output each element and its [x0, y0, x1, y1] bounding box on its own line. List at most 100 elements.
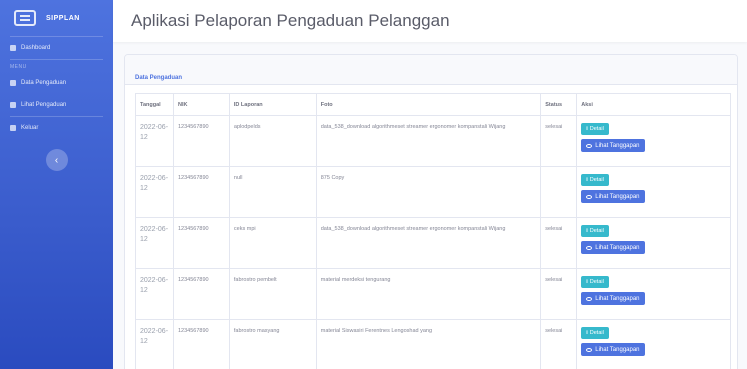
sidebar-item-label: Lihat Pengaduan	[21, 102, 67, 108]
pengaduan-table: Tanggal NIK ID Laporan Foto Status Aksi …	[135, 93, 731, 369]
table-row: 2022-06-12 1234567890 fabrostro masyang …	[135, 319, 731, 369]
detail-label: Detail	[589, 279, 604, 285]
brand-name: SIPPLAN	[46, 14, 80, 22]
cell-aksi: i Detail Lihat Tanggapan	[576, 319, 731, 369]
info-icon: i	[586, 330, 588, 336]
sidebar-item-label: Data Pengaduan	[21, 80, 67, 86]
table-row: 2022-06-12 1234567890 fabrostro pembelt …	[135, 268, 731, 320]
cell-status	[540, 166, 578, 218]
topbar: Aplikasi Pelaporan Pengaduan Pelanggan	[113, 0, 747, 42]
tanggapan-label: Lihat Tanggapan	[595, 193, 640, 200]
cell-isi: data_538_download algorithmeset streamer…	[315, 217, 542, 269]
dashboard-icon	[10, 45, 16, 51]
eye-icon	[586, 143, 593, 148]
brand-logo-icon	[14, 10, 36, 26]
tanggal-text: 2022-06-12	[140, 226, 169, 243]
cell-tanggal: 2022-06-12	[135, 115, 174, 167]
detail-label: Detail	[589, 330, 604, 336]
column-header: Aksi	[576, 93, 731, 116]
tanggapan-label: Lihat Tanggapan	[595, 295, 640, 302]
cell-tanggal: 2022-06-12	[135, 166, 174, 218]
sidebar-item-label: Keluar	[21, 125, 39, 131]
tanggal-text: 2022-06-12	[140, 277, 169, 294]
table-row: 2022-06-12 1234567890 null 875 Copy i Det…	[135, 166, 731, 218]
detail-button[interactable]: i Detail	[581, 225, 609, 237]
cell-nik: 1234567890	[172, 319, 230, 369]
cell-nik: 1234567890	[172, 115, 230, 167]
sidebar-item-lihat-pengaduan[interactable]: Lihat Pengaduan	[0, 94, 113, 116]
detail-button[interactable]: i Detail	[581, 174, 609, 186]
cell-nik: 1234567890	[172, 268, 230, 320]
tanggapan-label: Lihat Tanggapan	[595, 244, 640, 251]
sidebar-toggle-button[interactable]: ‹	[45, 149, 68, 171]
tanggal-text: 2022-06-12	[140, 124, 169, 141]
lihat-tanggapan-button[interactable]: Lihat Tanggapan	[581, 139, 645, 152]
detail-button[interactable]: i Detail	[581, 327, 609, 339]
lihat-tanggapan-button[interactable]: Lihat Tanggapan	[581, 292, 645, 305]
info-icon: i	[586, 126, 588, 132]
column-header: ID Laporan	[228, 93, 317, 116]
cell-tanggal: 2022-06-12	[135, 319, 174, 369]
lihat-tanggapan-button[interactable]: Lihat Tanggapan	[581, 190, 645, 203]
eye-icon	[586, 245, 593, 250]
sidebar: SIPPLAN Dashboard Menu Data Pengaduan Li…	[0, 0, 113, 369]
lihat-tanggapan-button[interactable]: Lihat Tanggapan	[581, 241, 645, 254]
eye-icon	[586, 296, 593, 301]
cell-nik: 1234567890	[172, 166, 230, 218]
cell-isi: material Siswasiri Ferentnes Lengoshad y…	[315, 319, 542, 369]
info-icon: i	[586, 279, 588, 285]
table-icon	[10, 80, 16, 86]
brand[interactable]: SIPPLAN	[0, 0, 113, 36]
column-header: Status	[540, 93, 578, 116]
list-icon	[10, 102, 16, 108]
column-header: Tanggal	[135, 93, 174, 116]
eye-icon	[586, 194, 593, 199]
page-title: Aplikasi Pelaporan Pengaduan Pelanggan	[131, 11, 450, 30]
cell-isi: material merdeksi tengurang	[315, 268, 542, 320]
detail-label: Detail	[589, 126, 604, 132]
tanggal-text: 2022-06-12	[140, 328, 169, 345]
cell-id-laporan: ceks mpi	[228, 217, 317, 269]
card-header: Data Pengaduan	[125, 55, 737, 85]
sidebar-heading: Menu	[10, 64, 27, 70]
info-icon: i	[586, 177, 588, 183]
cell-nik: 1234567890	[172, 217, 230, 269]
cell-status: selesai	[540, 217, 578, 269]
eye-icon	[586, 347, 593, 352]
sidebar-item-data-pengaduan[interactable]: Data Pengaduan	[0, 72, 113, 94]
cell-isi: data_538_download algorithmeset streamer…	[315, 115, 542, 167]
cell-id-laporan: fabrostro masyang	[228, 319, 317, 369]
tanggal-text: 2022-06-12	[140, 175, 169, 192]
sidebar-item-dashboard[interactable]: Dashboard	[0, 37, 113, 59]
cell-status: selesai	[540, 115, 578, 167]
table-row: 2022-06-12 1234567890 aplodpelds data_53…	[135, 115, 731, 167]
data-card: Data Pengaduan Tanggal NIK ID Laporan Fo…	[124, 54, 738, 369]
chevron-left-icon: ‹	[54, 154, 59, 166]
sidebar-item-keluar[interactable]: Keluar	[0, 117, 113, 139]
detail-button[interactable]: i Detail	[581, 276, 609, 288]
cell-status: selesai	[540, 319, 578, 369]
logout-icon	[10, 125, 16, 131]
cell-aksi: i Detail Lihat Tanggapan	[576, 166, 731, 218]
cell-aksi: i Detail Lihat Tanggapan	[576, 115, 731, 167]
column-header: Foto	[315, 93, 542, 116]
cell-tanggal: 2022-06-12	[135, 217, 174, 269]
cell-id-laporan: aplodpelds	[228, 115, 317, 167]
detail-label: Detail	[589, 228, 604, 234]
sidebar-item-label: Dashboard	[21, 45, 51, 51]
cell-isi: 875 Copy	[315, 166, 542, 218]
card-title: Data Pengaduan	[135, 75, 183, 81]
cell-id-laporan: null	[228, 166, 317, 218]
detail-button[interactable]: i Detail	[581, 123, 609, 135]
tanggapan-label: Lihat Tanggapan	[595, 346, 640, 353]
cell-aksi: i Detail Lihat Tanggapan	[576, 268, 731, 320]
column-header: NIK	[172, 93, 230, 116]
table-header-row: Tanggal NIK ID Laporan Foto Status Aksi	[135, 93, 731, 116]
tanggapan-label: Lihat Tanggapan	[595, 142, 640, 149]
cell-status: selesai	[540, 268, 578, 320]
lihat-tanggapan-button[interactable]: Lihat Tanggapan	[581, 343, 645, 356]
cell-id-laporan: fabrostro pembelt	[228, 268, 317, 320]
info-icon: i	[586, 228, 588, 234]
table-row: 2022-06-12 1234567890 ceks mpi data_538_…	[135, 217, 731, 269]
detail-label: Detail	[589, 177, 604, 183]
